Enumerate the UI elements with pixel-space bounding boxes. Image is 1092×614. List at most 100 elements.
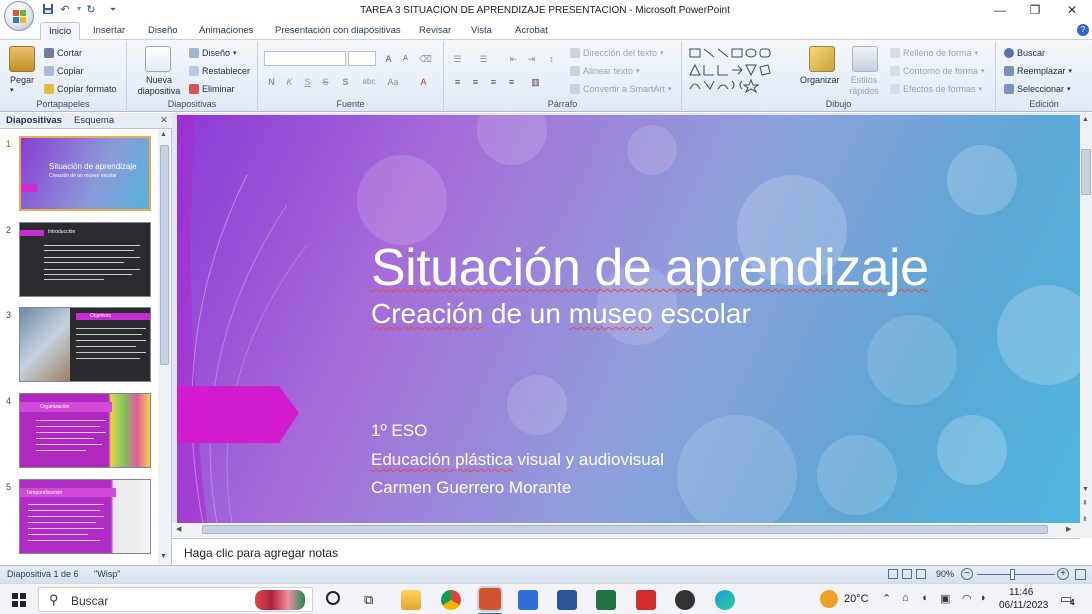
reset-button[interactable]: Restablecer bbox=[189, 66, 250, 76]
find-button[interactable]: Buscar bbox=[1004, 48, 1045, 58]
office-button[interactable] bbox=[4, 1, 34, 31]
windows-start-icon[interactable] bbox=[12, 593, 26, 607]
strikethrough-button[interactable]: S bbox=[318, 74, 333, 88]
cortana-icon[interactable] bbox=[326, 591, 340, 605]
change-case-button[interactable]: Aa bbox=[384, 74, 402, 88]
new-slide-button[interactable]: Nueva diapositiva bbox=[133, 75, 185, 97]
close-button[interactable]: ✕ bbox=[1052, 0, 1092, 22]
help-icon[interactable]: ? bbox=[1077, 24, 1089, 36]
tab-diseno[interactable]: Diseño bbox=[148, 25, 178, 36]
char-spacing-button[interactable]: abc bbox=[358, 74, 380, 88]
acrobat-icon[interactable] bbox=[636, 590, 656, 610]
dropdown-icon[interactable]: ⏷ bbox=[106, 3, 120, 17]
font-name-input[interactable] bbox=[264, 51, 346, 66]
powerpoint-taskbar-icon[interactable] bbox=[477, 586, 503, 612]
fit-slide-icon[interactable] bbox=[1075, 569, 1086, 580]
slide-thumbnail-5[interactable]: Temporalización bbox=[19, 479, 151, 554]
shape-effects-button[interactable]: Efectos de formas ▾ bbox=[890, 84, 982, 94]
layout-button[interactable]: Diseño ▾ bbox=[189, 48, 237, 58]
current-slide[interactable]: Situación de aprendizaje Creación de un … bbox=[177, 115, 1080, 523]
tab-esquema[interactable]: Esquema bbox=[74, 115, 114, 126]
slideshow-view-icon[interactable] bbox=[916, 569, 926, 579]
shapes-gallery[interactable] bbox=[688, 47, 788, 93]
smartart-button[interactable]: Convertir a SmartArt ▾ bbox=[570, 84, 672, 94]
cut-button[interactable]: Cortar bbox=[44, 48, 82, 58]
justify-icon[interactable]: ≡ bbox=[504, 74, 519, 88]
save-icon[interactable] bbox=[41, 3, 55, 17]
paste-button[interactable]: Pegar bbox=[10, 75, 34, 85]
grow-font-button[interactable]: A bbox=[381, 51, 396, 65]
replace-button[interactable]: Reemplazar ▾ bbox=[1004, 66, 1072, 76]
scroll-down-icon[interactable]: ▼ bbox=[160, 553, 167, 560]
format-painter-button[interactable]: Copiar formato bbox=[44, 84, 117, 94]
align-left-icon[interactable]: ≡ bbox=[450, 74, 465, 88]
zoom-in-icon[interactable]: + bbox=[1057, 568, 1069, 580]
font-size-input[interactable] bbox=[348, 51, 376, 66]
next-slide-icon[interactable]: ⇟ bbox=[1082, 515, 1088, 523]
clear-format-icon[interactable]: ⌫ bbox=[418, 51, 433, 65]
quick-styles-button[interactable]: Estilos rápidos bbox=[844, 75, 884, 97]
increase-indent-icon[interactable]: ⇥ bbox=[524, 51, 539, 65]
scroll-right-icon[interactable]: ▶ bbox=[1066, 525, 1071, 533]
slide-thumbnail-4[interactable]: Organización bbox=[19, 393, 151, 468]
zoom-slider[interactable] bbox=[977, 569, 1055, 580]
shadow-button[interactable]: S bbox=[338, 74, 353, 88]
normal-view-icon[interactable] bbox=[888, 569, 898, 579]
notes-pane[interactable]: Haga clic para agregar notas bbox=[172, 538, 1080, 566]
italic-button[interactable]: K bbox=[282, 74, 297, 88]
columns-icon[interactable]: ▥ bbox=[528, 74, 543, 88]
decrease-indent-icon[interactable]: ⇤ bbox=[506, 51, 521, 65]
slide-vertical-scrollbar[interactable]: ▲ ▼ ⇞ ⇟ bbox=[1080, 113, 1092, 538]
shrink-font-button[interactable]: A bbox=[398, 51, 413, 65]
slide-horizontal-scrollbar[interactable]: ◀ ▶ bbox=[172, 523, 1080, 537]
minimize-button[interactable]: — bbox=[980, 0, 1020, 22]
numbering-icon[interactable]: ☰ bbox=[476, 51, 491, 65]
file-explorer-icon[interactable] bbox=[401, 590, 421, 610]
font-color-icon[interactable]: A bbox=[416, 74, 431, 88]
select-button[interactable]: Seleccionar ▾ bbox=[1004, 84, 1071, 94]
zoom-out-icon[interactable]: − bbox=[961, 568, 973, 580]
edge-icon[interactable] bbox=[715, 590, 735, 610]
word-icon[interactable] bbox=[557, 590, 577, 610]
tab-vista[interactable]: Vista bbox=[471, 25, 492, 36]
tab-insertar[interactable]: Insertar bbox=[93, 25, 125, 36]
media-app-icon[interactable] bbox=[675, 590, 695, 610]
sorter-view-icon[interactable] bbox=[902, 569, 912, 579]
slides-pane-scrollbar[interactable]: ▲ ▼ bbox=[158, 129, 171, 565]
clock-time[interactable]: 11:46 bbox=[1009, 587, 1033, 598]
align-text-button[interactable]: Alinear texto ▾ bbox=[570, 66, 640, 76]
slide-title[interactable]: Situación de aprendizaje bbox=[371, 238, 929, 298]
scrollbar-thumb[interactable] bbox=[202, 525, 1048, 534]
redo-icon[interactable]: ↻ bbox=[84, 3, 98, 17]
camera-icon[interactable]: ⌂ bbox=[902, 592, 909, 604]
scroll-up-icon[interactable]: ▲ bbox=[1082, 116, 1089, 123]
tab-acrobat[interactable]: Acrobat bbox=[515, 25, 548, 36]
slide-thumbnail-1[interactable]: Situación de aprendizaje Creación de un … bbox=[19, 136, 151, 211]
underline-icon[interactable]: S bbox=[300, 74, 315, 88]
chevron-up-icon[interactable]: ⌃ bbox=[882, 592, 891, 605]
slide-subject-line[interactable]: Educación plástica visual y audiovisual bbox=[371, 450, 664, 470]
slide-author-line[interactable]: Carmen Guerrero Morante bbox=[371, 478, 571, 498]
zoom-level[interactable]: 90% bbox=[936, 569, 954, 579]
slide-course-line[interactable]: 1º ESO bbox=[371, 421, 427, 441]
restore-button[interactable]: ❐ bbox=[1015, 0, 1055, 22]
align-center-icon[interactable]: ≡ bbox=[468, 74, 483, 88]
weather-icon[interactable] bbox=[820, 590, 838, 608]
microsoft-store-icon[interactable] bbox=[518, 590, 538, 610]
slide-thumbnail-3[interactable]: Objetivos bbox=[19, 307, 151, 382]
tab-inicio[interactable]: Inicio bbox=[40, 22, 81, 41]
tab-animaciones[interactable]: Animaciones bbox=[199, 25, 253, 36]
excel-icon[interactable] bbox=[596, 590, 616, 610]
scrollbar-thumb[interactable] bbox=[160, 145, 169, 365]
display-icon[interactable]: ▣ bbox=[940, 592, 950, 605]
line-spacing-icon[interactable]: ↕ bbox=[544, 51, 559, 65]
delete-slide-button[interactable]: Eliminar bbox=[189, 84, 235, 94]
slide-subtitle[interactable]: Creación de un museo escolar bbox=[371, 298, 751, 330]
bullets-icon[interactable]: ☰ bbox=[450, 51, 465, 65]
wifi-icon[interactable]: ◠ bbox=[962, 592, 972, 605]
clock-date[interactable]: 06/11/2023 bbox=[999, 600, 1048, 611]
tab-diapositivas[interactable]: Diapositivas bbox=[6, 115, 62, 126]
tab-revisar[interactable]: Revisar bbox=[419, 25, 451, 36]
task-view-icon[interactable]: ⧉ bbox=[364, 592, 373, 608]
bold-button[interactable]: N bbox=[264, 74, 279, 88]
